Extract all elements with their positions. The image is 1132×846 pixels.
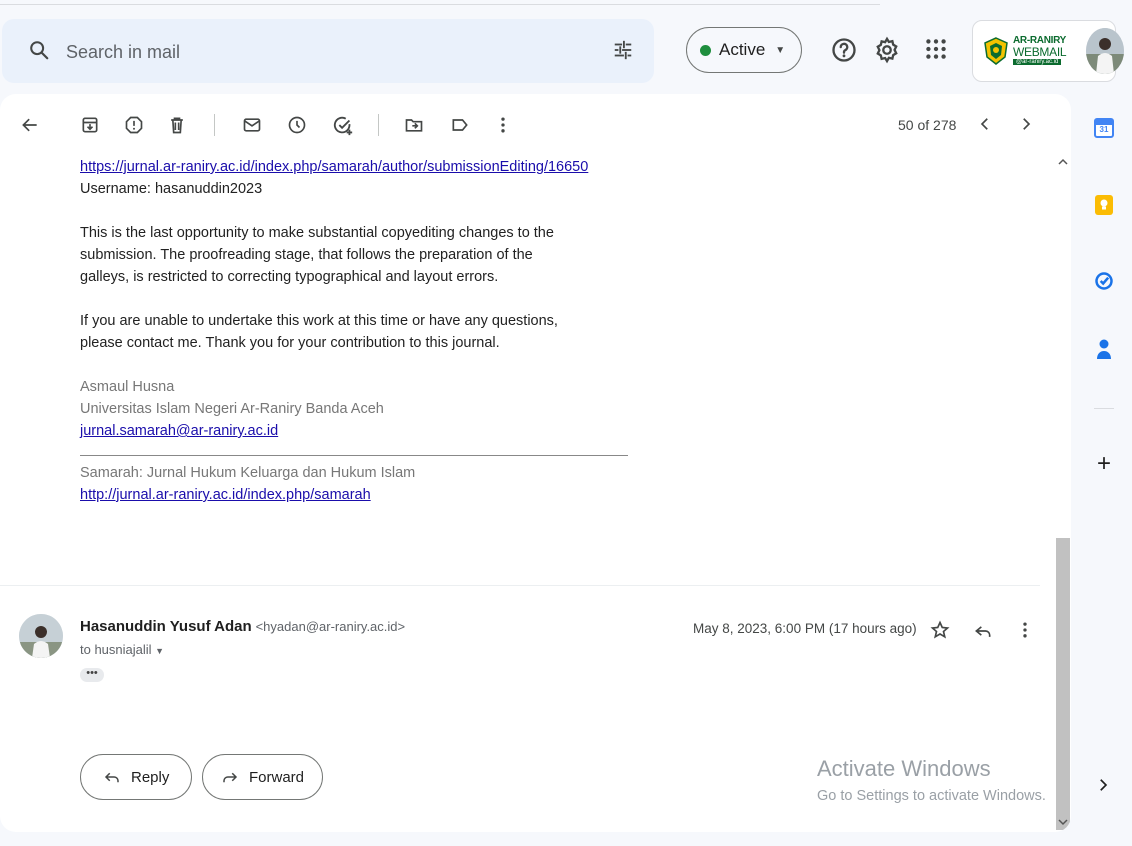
sender-avatar[interactable]	[19, 614, 63, 658]
window-top-edge	[0, 0, 880, 5]
scrollbar-thumb[interactable]	[1056, 538, 1070, 830]
chevron-down-icon: ▼	[775, 44, 786, 56]
recipient-details-chevron-icon[interactable]: ▼	[155, 646, 164, 656]
signature-org: Universitas Islam Negeri Ar-Raniry Banda…	[80, 401, 384, 417]
expand-side-panel-chevron-icon[interactable]	[1094, 776, 1112, 794]
reply-arrow-icon[interactable]	[973, 621, 993, 641]
search-icon[interactable]	[28, 39, 50, 61]
archive-icon[interactable]	[80, 115, 100, 135]
message-panel: 50 of 278 https://jurnal.ar-raniry.ac.id…	[0, 94, 1071, 832]
forward-button[interactable]: Forward	[202, 754, 323, 800]
signature-name: Asmaul Husna	[80, 379, 175, 395]
signature-email-link[interactable]: jurnal.samarah@ar-raniry.ac.id	[80, 423, 278, 439]
report-spam-icon[interactable]	[124, 115, 144, 135]
forward-label: Forward	[249, 768, 305, 786]
paragraph-1: This is the last opportunity to make sub…	[80, 225, 554, 285]
scroll-up-icon[interactable]	[1058, 158, 1068, 166]
add-addon-icon[interactable]: +	[1094, 452, 1114, 476]
reply-label: Reply	[131, 768, 170, 786]
search-input[interactable]	[64, 37, 568, 67]
status-label: Active	[719, 40, 766, 59]
keep-notes-icon[interactable]	[1094, 194, 1114, 216]
previous-chevron-icon[interactable]	[976, 115, 994, 133]
label-tag-icon[interactable]	[450, 115, 470, 135]
more-vert-icon[interactable]	[493, 115, 513, 135]
message-date: May 8, 2023, 6:00 PM (17 hours ago)	[693, 621, 917, 636]
message-divider	[0, 585, 1040, 586]
forward-icon	[223, 772, 238, 783]
back-arrow-icon[interactable]	[20, 115, 40, 135]
status-dot-icon	[700, 44, 711, 56]
search-options-icon[interactable]	[612, 39, 634, 61]
apps-grid-icon[interactable]	[923, 36, 949, 62]
message-scrollbar[interactable]	[1055, 154, 1071, 832]
brand-line-3: @ar-raniry.ac.id	[1013, 59, 1062, 65]
signature-divider	[80, 455, 628, 456]
side-panel-divider	[1094, 408, 1114, 409]
status-dropdown[interactable]: Active ▼	[686, 27, 802, 73]
next-chevron-icon[interactable]	[1017, 115, 1035, 133]
account-avatar[interactable]	[1086, 28, 1124, 74]
help-icon[interactable]	[830, 36, 858, 64]
move-to-folder-icon[interactable]	[404, 115, 424, 135]
settings-gear-icon[interactable]	[873, 36, 901, 64]
reply-icon	[104, 772, 119, 783]
sender-email: <hyadan@ar-raniry.ac.id>	[255, 619, 406, 634]
recipient-line[interactable]: to husniajalil ▼	[80, 642, 164, 657]
more-options-icon[interactable]	[1015, 620, 1035, 640]
pagination-label: 50 of 278	[898, 117, 957, 133]
reply-button[interactable]: Reply	[80, 754, 192, 800]
show-trimmed-content-button[interactable]: •••	[80, 668, 104, 682]
message-body: https://jurnal.ar-raniry.ac.id/index.php…	[80, 156, 680, 506]
brand-line-2: WEBMAIL	[1013, 45, 1067, 59]
recipient-label: to husniajalil	[80, 642, 152, 657]
activate-windows-title: Activate Windows	[817, 756, 991, 781]
journal-link[interactable]: http://jurnal.ar-raniry.ac.id/index.php/…	[80, 487, 371, 503]
username-line: Username: hasanuddin2023	[80, 181, 263, 197]
search-bar[interactable]	[2, 19, 654, 83]
sender-line: Hasanuddin Yusuf Adan <hyadan@ar-raniry.…	[80, 618, 405, 635]
message-toolbar: 50 of 278	[0, 94, 1071, 154]
tasks-icon[interactable]	[1094, 271, 1114, 291]
delete-trash-icon[interactable]	[167, 115, 187, 135]
calendar-icon[interactable]: 31	[1094, 118, 1114, 138]
activate-windows-subtitle: Go to Settings to activate Windows.	[817, 788, 1046, 804]
toolbar-divider	[214, 114, 215, 136]
university-emblem-icon	[984, 37, 1008, 65]
journal-name: Samarah: Jurnal Hukum Keluarga dan Hukum…	[80, 465, 416, 481]
star-icon[interactable]	[930, 620, 950, 640]
snooze-clock-icon[interactable]	[287, 115, 307, 135]
add-task-icon[interactable]	[332, 115, 354, 137]
scroll-down-icon[interactable]	[1058, 818, 1068, 826]
toolbar-divider	[378, 114, 379, 136]
contacts-icon[interactable]	[1094, 337, 1114, 361]
paragraph-2: If you are unable to undertake this work…	[80, 313, 558, 351]
submission-link[interactable]: https://jurnal.ar-raniry.ac.id/index.php…	[80, 159, 588, 175]
mark-unread-mail-icon[interactable]	[242, 115, 262, 135]
sender-name[interactable]: Hasanuddin Yusuf Adan	[80, 618, 252, 635]
